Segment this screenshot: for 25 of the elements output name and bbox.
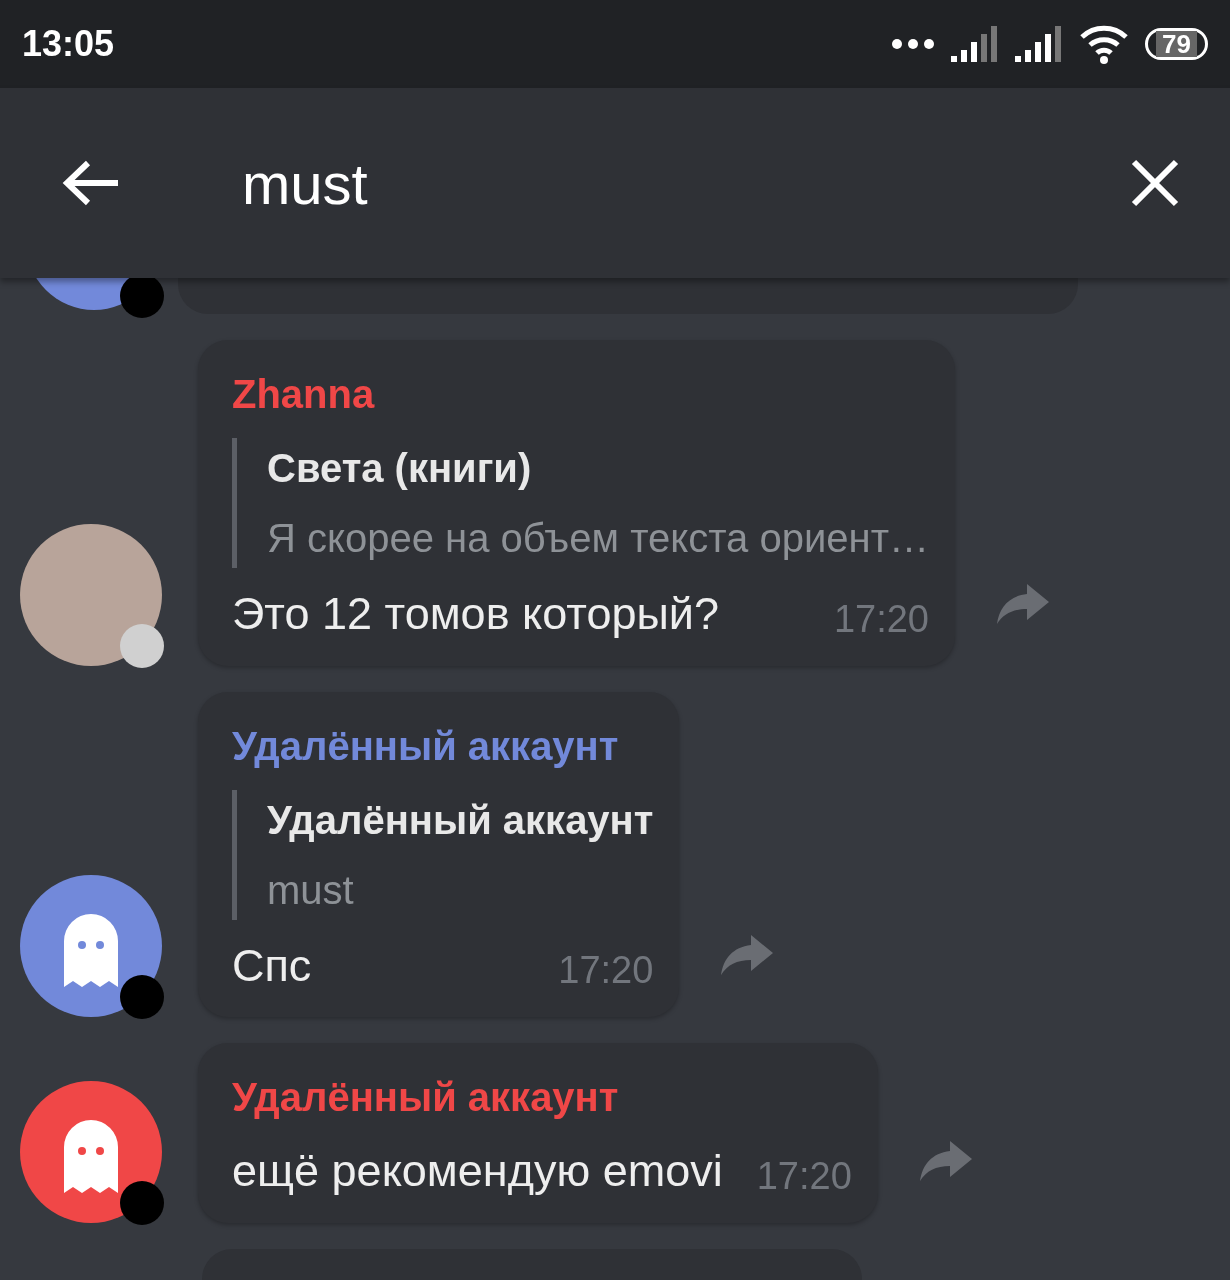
reply-author: Удалённый аккаунт <box>267 796 654 844</box>
signal-icon <box>951 26 1000 62</box>
message-text: Спс <box>232 938 312 993</box>
ghost-icon <box>64 914 118 987</box>
reply-text: Я скорее на объем текста ориент… <box>267 515 929 562</box>
clock-time: 13:05 <box>22 22 115 66</box>
forward-button[interactable] <box>995 581 1051 626</box>
message-time: 17:20 <box>558 948 654 993</box>
search-bar[interactable]: must <box>0 88 1230 278</box>
message-text: Это 12 томов который? <box>232 587 719 641</box>
author-name: Zhanna <box>232 371 376 418</box>
reply-author: Света (книги) <box>267 445 533 492</box>
forward-button[interactable] <box>917 1138 974 1183</box>
author-name: Удалённый аккаунт <box>232 1074 620 1121</box>
reply-text: must <box>267 866 355 914</box>
message-text: ещё рекомендую emovi <box>232 1144 723 1198</box>
close-button[interactable] <box>1130 158 1180 208</box>
more-dots-icon <box>891 37 936 51</box>
wifi-icon <box>1079 24 1130 64</box>
battery-icon: 79 <box>1145 28 1208 60</box>
ghost-icon <box>64 1119 118 1193</box>
signal-icon <box>1015 26 1064 62</box>
message-time: 17:20 <box>756 1153 852 1199</box>
author-name: Удалённый аккаунт <box>232 722 620 770</box>
message-time: 17:20 <box>833 596 929 642</box>
